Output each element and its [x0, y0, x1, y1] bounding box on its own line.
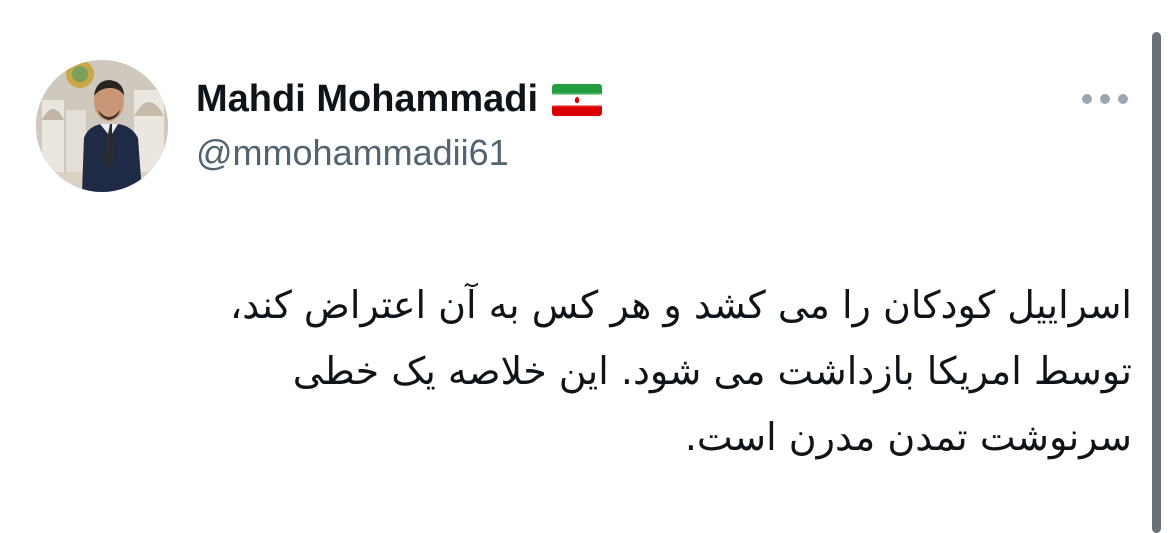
more-options-icon[interactable]	[1082, 84, 1128, 114]
author-display-name[interactable]: Mahdi Mohammadi	[196, 78, 538, 121]
more-dot	[1082, 94, 1092, 104]
tweet-text-line: توسط امریکا بازداشت می شود. این خلاصه یک…	[292, 349, 1132, 393]
more-dot	[1118, 94, 1128, 104]
avatar[interactable]	[36, 60, 168, 192]
tweet-text-line: سرنوشت تمدن مدرن است.	[684, 415, 1132, 459]
scrollbar[interactable]	[1152, 32, 1161, 533]
profile-photo-avatar	[36, 60, 168, 192]
iran-flag-icon	[552, 84, 603, 116]
author-name-row: Mahdi Mohammadi	[196, 74, 603, 124]
tweet-card: Mahdi Mohammadi @mmohammadii61 اسراییل ک…	[0, 0, 1170, 533]
tweet-text-line: اسراییل کودکان را می کشد و هر کس به آن ا…	[230, 283, 1132, 327]
more-dot	[1100, 94, 1110, 104]
author-handle[interactable]: @mmohammadii61	[196, 132, 509, 174]
tweet-text: اسراییل کودکان را می کشد و هر کس به آن ا…	[52, 272, 1132, 470]
